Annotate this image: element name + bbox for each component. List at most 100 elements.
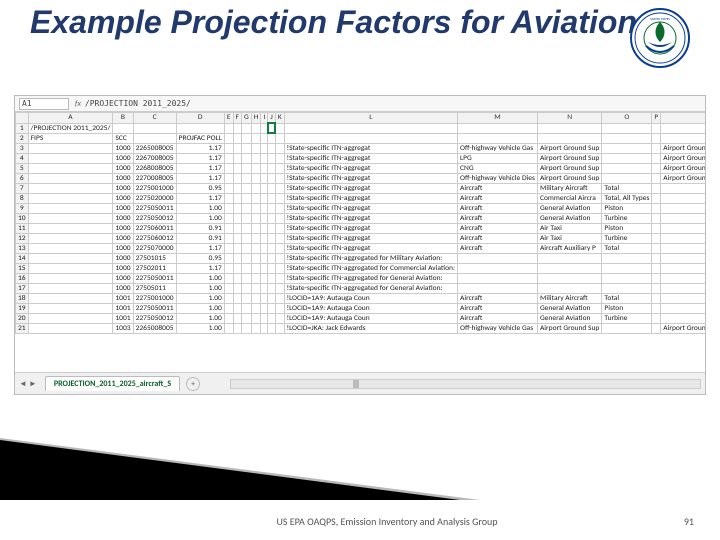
- cell[interactable]: 2275050012: [133, 213, 176, 223]
- cell[interactable]: [242, 283, 252, 293]
- cell[interactable]: 1000: [113, 173, 133, 183]
- spreadsheet-grid[interactable]: ABCDEFGHIJKLMNOPQ 1/PROJECTION 2011_2025…: [15, 112, 705, 334]
- cell[interactable]: [233, 173, 241, 183]
- cell[interactable]: [661, 233, 705, 243]
- cell[interactable]: 1001: [113, 303, 133, 313]
- col-header-G[interactable]: G: [242, 113, 252, 124]
- cell[interactable]: 2265008005: [133, 323, 176, 333]
- cell[interactable]: 2275060011: [133, 223, 176, 233]
- cell[interactable]: [602, 143, 652, 153]
- cell[interactable]: [133, 123, 176, 133]
- cell[interactable]: [537, 133, 601, 143]
- cell[interactable]: [602, 323, 652, 333]
- cell[interactable]: [652, 173, 661, 183]
- cell[interactable]: [224, 173, 233, 183]
- cell[interactable]: [233, 143, 241, 153]
- cell[interactable]: [602, 253, 652, 263]
- cell[interactable]: Aircraft: [458, 233, 538, 243]
- cell[interactable]: [28, 293, 113, 303]
- cell[interactable]: [28, 313, 113, 323]
- cell[interactable]: [224, 133, 233, 143]
- cell[interactable]: [661, 313, 705, 323]
- cell[interactable]: [224, 153, 233, 163]
- cell[interactable]: [275, 143, 284, 153]
- sheet-tab-active[interactable]: PROJECTION_2011_2025_aircraft_S: [45, 376, 180, 391]
- cell[interactable]: [661, 213, 705, 223]
- cell[interactable]: Total: [602, 183, 652, 193]
- cell[interactable]: [268, 153, 275, 163]
- cell[interactable]: [242, 243, 252, 253]
- cell[interactable]: !State-specific ITN-aggregat: [284, 223, 457, 233]
- cell[interactable]: [224, 263, 233, 273]
- cell[interactable]: [261, 303, 268, 313]
- add-sheet-button[interactable]: +: [186, 377, 200, 391]
- cell[interactable]: [233, 223, 241, 233]
- cell[interactable]: 2275050011: [133, 273, 176, 283]
- cell[interactable]: [251, 233, 261, 243]
- cell[interactable]: 2268008005: [133, 163, 176, 173]
- cell[interactable]: FIPS: [28, 133, 113, 143]
- cell[interactable]: 1000: [113, 283, 133, 293]
- cell[interactable]: [233, 293, 241, 303]
- cell[interactable]: !LOCID=1A9: Autauga Coun: [284, 313, 457, 323]
- cell[interactable]: [242, 203, 252, 213]
- cell[interactable]: [602, 263, 652, 273]
- cell[interactable]: 1000: [113, 233, 133, 243]
- cell[interactable]: [242, 253, 252, 263]
- cell[interactable]: [652, 253, 661, 263]
- cell[interactable]: !State-specific ITN-aggregat: [284, 203, 457, 213]
- col-header-C[interactable]: C: [133, 113, 176, 124]
- cell[interactable]: [275, 273, 284, 283]
- cell[interactable]: [268, 303, 275, 313]
- cell[interactable]: SCC: [113, 133, 133, 143]
- cell[interactable]: Total: [602, 293, 652, 303]
- cell[interactable]: [251, 133, 261, 143]
- cell[interactable]: [176, 123, 224, 133]
- cell[interactable]: !State-specific ITN-aggregated for Gener…: [284, 273, 457, 283]
- cell[interactable]: [268, 203, 275, 213]
- cell[interactable]: [537, 283, 601, 293]
- cell[interactable]: !State-specific ITN-aggregat: [284, 183, 457, 193]
- cell[interactable]: [268, 123, 275, 133]
- col-header-K[interactable]: K: [275, 113, 284, 124]
- row-header[interactable]: 12: [16, 233, 29, 243]
- cell[interactable]: [251, 323, 261, 333]
- cell[interactable]: 1.17: [176, 163, 224, 173]
- cell[interactable]: [284, 133, 457, 143]
- cell[interactable]: [242, 233, 252, 243]
- cell[interactable]: [268, 243, 275, 253]
- cell[interactable]: [251, 193, 261, 203]
- cell[interactable]: 1.17: [176, 143, 224, 153]
- cell[interactable]: [268, 173, 275, 183]
- cell[interactable]: [261, 313, 268, 323]
- cell[interactable]: Airport Ground Support Equipment: [661, 143, 705, 153]
- cell[interactable]: Aircraft: [458, 243, 538, 253]
- cell[interactable]: Airport Ground Sup: [537, 143, 601, 153]
- cell[interactable]: [233, 153, 241, 163]
- cell[interactable]: Piston: [602, 203, 652, 213]
- cell[interactable]: [251, 163, 261, 173]
- cell[interactable]: 2275001000: [133, 293, 176, 303]
- cell[interactable]: [275, 233, 284, 243]
- row-header[interactable]: 5: [16, 163, 29, 173]
- cell[interactable]: Airport Ground Support Equipment: [661, 163, 705, 173]
- cell[interactable]: [275, 123, 284, 133]
- cell[interactable]: [652, 283, 661, 293]
- cell[interactable]: [251, 223, 261, 233]
- cell[interactable]: Aircraft: [458, 203, 538, 213]
- cell[interactable]: 1000: [113, 223, 133, 233]
- cell[interactable]: 0.95: [176, 183, 224, 193]
- cell[interactable]: [661, 303, 705, 313]
- cell[interactable]: [233, 273, 241, 283]
- cell[interactable]: [242, 323, 252, 333]
- cell[interactable]: !LOCID=JKA: Jack Edwards: [284, 323, 457, 333]
- cell[interactable]: [275, 263, 284, 273]
- cell[interactable]: [233, 233, 241, 243]
- row-header[interactable]: 13: [16, 243, 29, 253]
- cell[interactable]: [268, 313, 275, 323]
- cell[interactable]: [261, 263, 268, 273]
- cell[interactable]: [602, 163, 652, 173]
- cell[interactable]: [28, 173, 113, 183]
- cell[interactable]: 2275050012: [133, 313, 176, 323]
- col-header-F[interactable]: F: [233, 113, 241, 124]
